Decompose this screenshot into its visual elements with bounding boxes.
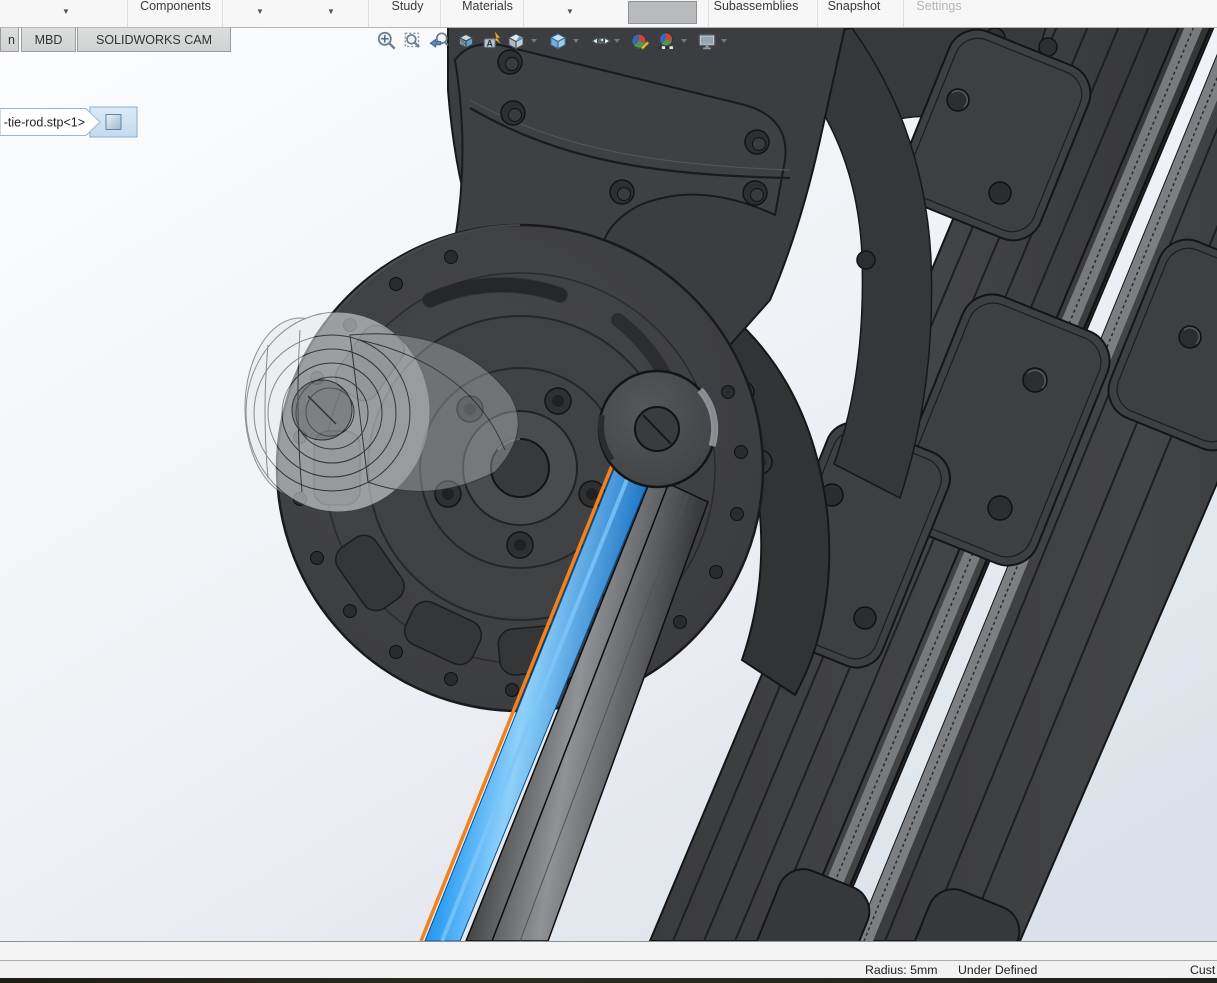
zoom-to-fit-icon[interactable] bbox=[376, 30, 398, 52]
status-right-clipped: Cust bbox=[1190, 963, 1215, 977]
selected-component-name[interactable]: -tie-rod.stp<1> bbox=[4, 116, 85, 130]
view-settings-icon[interactable] bbox=[696, 30, 718, 52]
chevron-down-icon[interactable] bbox=[573, 39, 579, 43]
ribbon-button-study[interactable]: Study bbox=[375, 0, 440, 16]
chevron-down-icon[interactable] bbox=[681, 39, 687, 43]
model-canvas[interactable] bbox=[0, 27, 1217, 941]
hub-joint[interactable] bbox=[599, 371, 715, 487]
ribbon: Components Study Materials Subassemblies… bbox=[0, 0, 1217, 28]
ribbon-button-materials[interactable]: Materials bbox=[445, 0, 530, 16]
chevron-down-icon[interactable]: ▼ bbox=[564, 7, 576, 16]
chevron-down-icon[interactable]: ▼ bbox=[254, 7, 266, 16]
chevron-down-icon[interactable]: ▼ bbox=[325, 7, 337, 16]
lower-strip bbox=[0, 941, 1217, 960]
ribbon-preview-box[interactable] bbox=[628, 1, 697, 24]
svg-text:A: A bbox=[487, 39, 494, 49]
ribbon-separator bbox=[440, 0, 441, 27]
selection-breadcrumb[interactable]: -tie-rod.stp<1> bbox=[0, 106, 142, 143]
apply-scene-icon[interactable] bbox=[655, 30, 677, 52]
status-definition-state: Under Defined bbox=[958, 963, 1037, 977]
ribbon-button-components[interactable]: Components bbox=[128, 0, 223, 16]
ribbon-button-settings: Settings bbox=[905, 0, 973, 16]
chevron-down-icon[interactable] bbox=[721, 39, 727, 43]
status-measurement: Radius: 5mm bbox=[865, 963, 937, 977]
tab-solidworks-cam[interactable]: SOLIDWORKS CAM bbox=[77, 27, 231, 52]
hide-show-items-icon[interactable] bbox=[590, 30, 612, 52]
tab-mbd[interactable]: MBD bbox=[21, 27, 76, 52]
viewport-3d[interactable] bbox=[0, 27, 1217, 941]
previous-view-icon[interactable] bbox=[428, 30, 450, 52]
ribbon-button-subassemblies[interactable]: Subassemblies bbox=[700, 0, 812, 16]
section-view-icon[interactable] bbox=[455, 30, 477, 52]
display-style-icon[interactable] bbox=[547, 30, 569, 52]
annotation-views-icon[interactable]: A bbox=[482, 30, 504, 52]
chevron-down-icon[interactable]: ▼ bbox=[60, 7, 72, 16]
ribbon-separator bbox=[903, 0, 904, 27]
part-icon[interactable] bbox=[106, 115, 121, 130]
bottom-edge-strip bbox=[0, 978, 1217, 983]
tab-clipped[interactable]: n bbox=[0, 27, 19, 52]
status-bar: Radius: 5mm Under Defined Cust bbox=[0, 960, 1217, 978]
edit-appearance-icon[interactable] bbox=[629, 30, 651, 52]
ribbon-separator bbox=[368, 0, 369, 27]
zoom-to-area-icon[interactable] bbox=[402, 30, 424, 52]
solidworks-window: { "ribbon": { "items": [ {"label": "Comp… bbox=[0, 0, 1217, 983]
chevron-down-icon[interactable] bbox=[531, 39, 537, 43]
view-orientation-icon[interactable] bbox=[505, 30, 527, 52]
chevron-down-icon[interactable] bbox=[614, 39, 620, 43]
ribbon-button-snapshot[interactable]: Snapshot bbox=[810, 0, 898, 16]
